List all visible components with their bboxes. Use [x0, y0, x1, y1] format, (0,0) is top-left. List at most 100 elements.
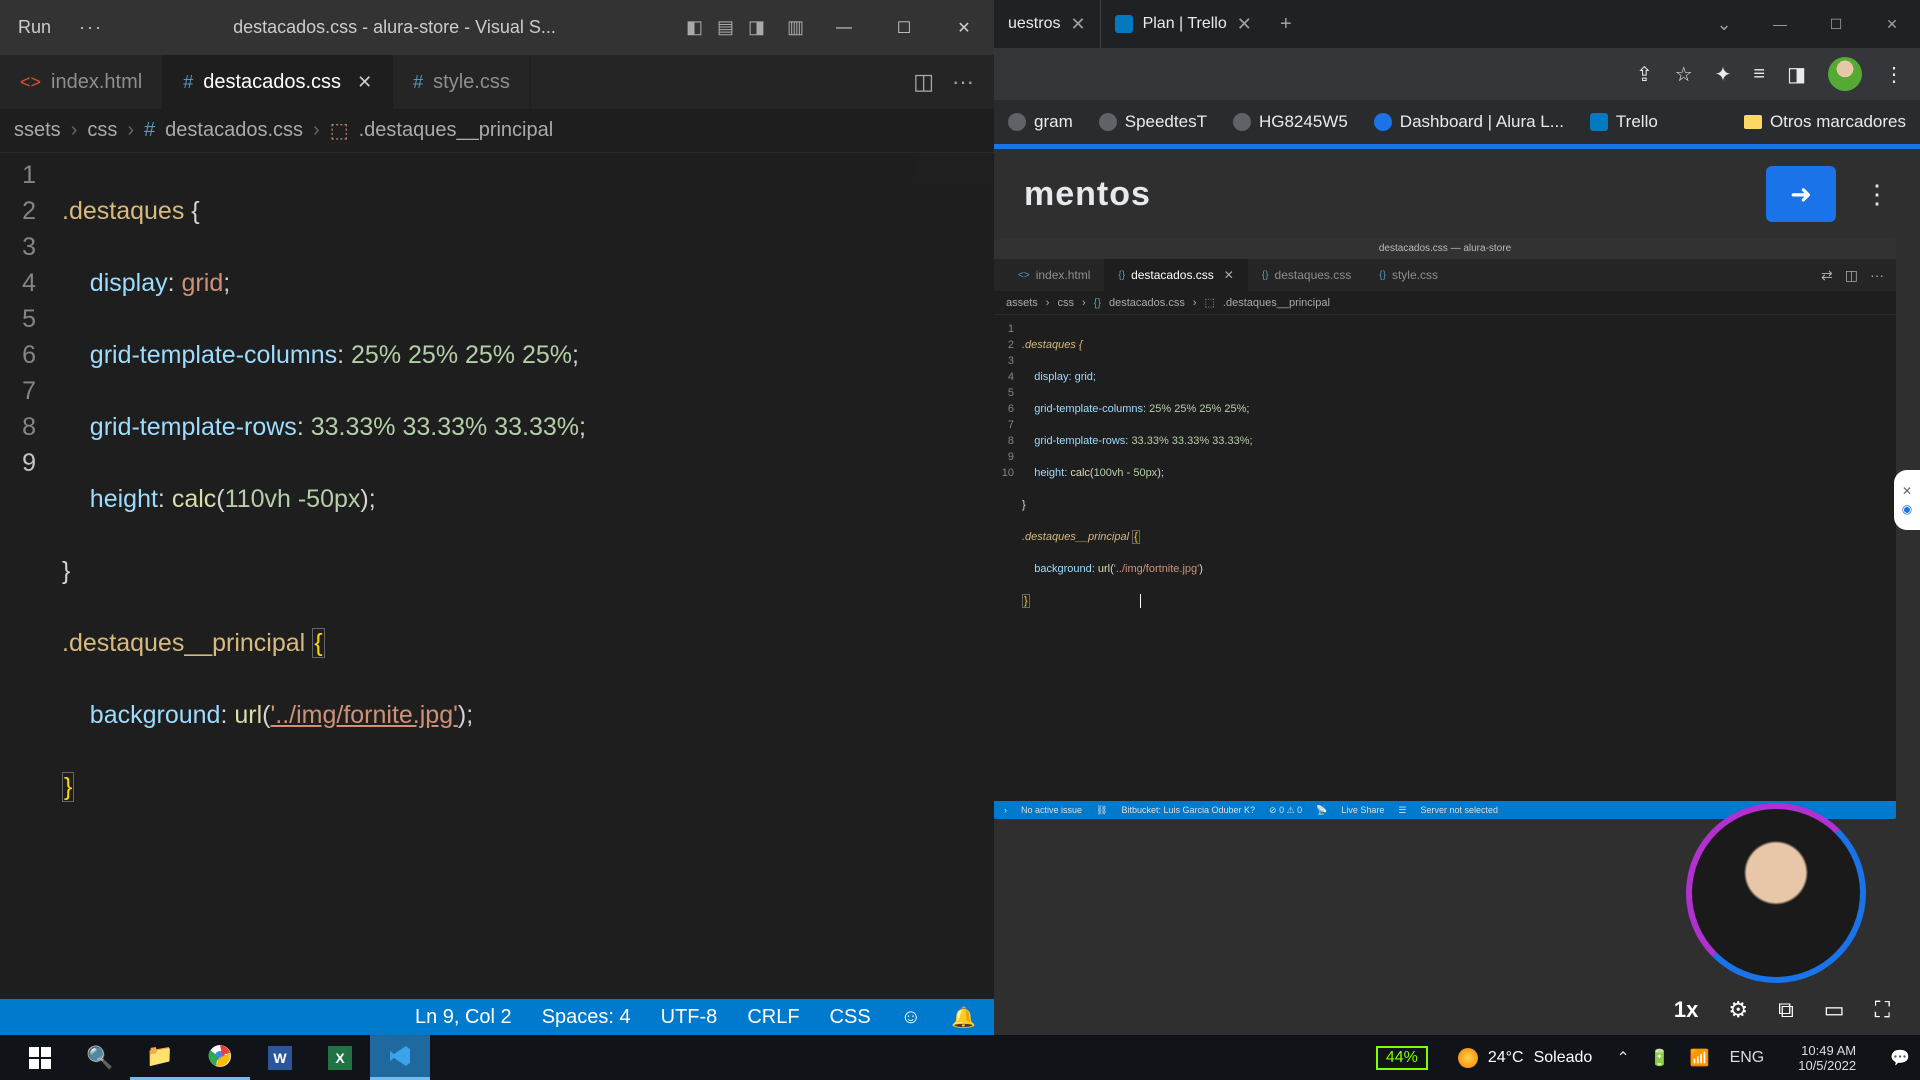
folder-icon: [1744, 115, 1762, 129]
bookmark-item[interactable]: Trello: [1590, 112, 1658, 132]
indent-setting[interactable]: Spaces: 4: [542, 1006, 631, 1029]
page-menu-icon[interactable]: ⋮: [1864, 179, 1890, 210]
mini-tab: {}destacados.css✕: [1104, 259, 1247, 291]
menu-more[interactable]: ···: [69, 17, 113, 38]
bc-file[interactable]: destacados.css: [165, 119, 303, 142]
extensions-icon[interactable]: ✦: [1715, 62, 1732, 87]
eol[interactable]: CRLF: [747, 1006, 799, 1029]
bc-folder[interactable]: css: [87, 119, 117, 142]
fullscreen-icon[interactable]: ⛶: [1875, 997, 1890, 1023]
layout-right-icon[interactable]: ◨: [748, 17, 765, 38]
bell-icon[interactable]: 🔔: [951, 1005, 976, 1030]
breadcrumb[interactable]: ssets› css› # destacados.css› ⬚ .destaqu…: [0, 109, 994, 153]
bc-folder[interactable]: ssets: [14, 119, 61, 142]
share-icon[interactable]: ⇪: [1636, 62, 1653, 87]
minimap[interactable]: [914, 153, 994, 183]
windows-taskbar: 🔍 📁 W X 44% 24°C Soleado ⌃ 🔋 📶 ENG 10:49…: [0, 1035, 1920, 1080]
split-editor-icon[interactable]: ◫: [913, 69, 934, 95]
line-gutter: 123456789: [0, 153, 52, 999]
tab-index-html[interactable]: <> index.html: [0, 55, 163, 109]
bc-symbol[interactable]: .destaques__principal: [359, 119, 554, 142]
maximize-button[interactable]: ☐: [1808, 0, 1864, 48]
playback-speed[interactable]: 1x: [1674, 997, 1698, 1023]
bookmark-item[interactable]: gram: [1008, 112, 1073, 132]
star-icon[interactable]: ☆: [1675, 62, 1693, 87]
page-header: mentos ➜ ⋮: [994, 149, 1920, 239]
wifi-icon[interactable]: 📶: [1690, 1048, 1710, 1068]
profile-avatar[interactable]: [1828, 57, 1862, 91]
excel-icon[interactable]: X: [310, 1035, 370, 1080]
language-indicator[interactable]: ENG: [1730, 1049, 1765, 1067]
close-tab-icon[interactable]: ✕: [357, 72, 372, 93]
start-button[interactable]: [10, 1035, 70, 1080]
search-icon[interactable]: 🔍: [70, 1035, 130, 1080]
more-icon: ···: [1870, 267, 1884, 284]
bookmark-item[interactable]: HG8245W5: [1233, 112, 1348, 132]
chrome-window: uestros ✕ Plan | Trello ✕ + ⌄ — ☐ ✕ ⇪ ☆ …: [994, 0, 1920, 1035]
battery-icon[interactable]: 🔋: [1650, 1048, 1670, 1068]
chrome-menu-icon[interactable]: ⋮: [1884, 62, 1904, 87]
mini-tab: {}style.css: [1365, 259, 1452, 291]
tab-style-css[interactable]: # style.css: [393, 55, 531, 109]
menu-run[interactable]: Run: [0, 17, 69, 38]
html-icon: <>: [20, 72, 41, 93]
tab-search-icon[interactable]: ⌄: [1696, 0, 1752, 48]
battery-indicator[interactable]: 44%: [1376, 1046, 1428, 1070]
explorer-icon[interactable]: 📁: [130, 1035, 190, 1080]
feedback-icon[interactable]: ☺: [901, 1006, 921, 1029]
layout-left-icon[interactable]: ◧: [686, 17, 703, 38]
other-bookmarks[interactable]: Otros marcadores: [1744, 112, 1906, 132]
time: 10:49 AM: [1801, 1043, 1856, 1058]
sun-icon: [1458, 1048, 1478, 1068]
temperature: 24°C: [1488, 1049, 1524, 1067]
close-button[interactable]: ✕: [934, 18, 994, 38]
browser-tab[interactable]: uestros ✕: [994, 0, 1101, 48]
weather-widget[interactable]: 24°C Soleado: [1458, 1048, 1592, 1068]
status-bar: Ln 9, Col 2 Spaces: 4 UTF-8 CRLF CSS ☺ 🔔: [0, 999, 994, 1035]
editor-tabs: <> index.html # destacados.css ✕ # style…: [0, 55, 994, 109]
video-controls: 1x ⚙ ⧉ ▭ ⛶: [1674, 997, 1890, 1023]
reading-list-icon[interactable]: ≡: [1753, 63, 1765, 86]
chrome-icon[interactable]: [190, 1035, 250, 1080]
word-icon[interactable]: W: [250, 1035, 310, 1080]
notifications-icon[interactable]: 💬: [1890, 1048, 1910, 1068]
wide-icon[interactable]: ▭: [1824, 997, 1845, 1023]
close-tab-icon[interactable]: ✕: [1070, 14, 1085, 35]
layout-grid-icon[interactable]: ▥: [787, 17, 804, 38]
video-player[interactable]: destacados.css — alura-store <>index.htm…: [994, 239, 1920, 1035]
close-icon[interactable]: ✕: [1902, 484, 1912, 498]
tab-label: index.html: [51, 71, 142, 94]
layout-bottom-icon[interactable]: ▤: [717, 17, 734, 38]
minimize-button[interactable]: —: [1752, 0, 1808, 48]
bookmark-item[interactable]: SpeedtesT: [1099, 112, 1207, 132]
continue-button[interactable]: ➜: [1766, 166, 1836, 222]
css-icon: #: [144, 119, 155, 142]
code-content[interactable]: .destaques { display: grid; grid-templat…: [52, 153, 994, 999]
video-content: destacados.css — alura-store <>index.htm…: [994, 239, 1896, 819]
side-panel-icon[interactable]: ◨: [1787, 62, 1806, 87]
clock[interactable]: 10:49 AM 10/5/2022: [1798, 1043, 1856, 1073]
chevron-up-icon[interactable]: ⌃: [1616, 1048, 1629, 1068]
trello-favicon: [1115, 15, 1133, 33]
close-tab-icon[interactable]: ✕: [1237, 14, 1252, 35]
gear-icon[interactable]: ⚙: [1728, 997, 1748, 1023]
favicon: [1008, 113, 1026, 131]
pip-icon[interactable]: ⧉: [1778, 997, 1794, 1023]
encoding[interactable]: UTF-8: [661, 1006, 718, 1029]
side-widget[interactable]: ✕ ◉: [1894, 470, 1920, 530]
cursor-position[interactable]: Ln 9, Col 2: [415, 1006, 512, 1029]
compare-icon: ⇄: [1821, 267, 1833, 284]
code-editor[interactable]: 123456789 .destaques { display: grid; gr…: [0, 153, 994, 999]
language-mode[interactable]: CSS: [830, 1006, 871, 1029]
bookmark-item[interactable]: Dashboard | Alura L...: [1374, 112, 1564, 132]
minimize-button[interactable]: —: [814, 18, 874, 38]
new-tab-button[interactable]: +: [1266, 0, 1306, 48]
chrome-toolbar: ⇪ ☆ ✦ ≡ ◨ ⋮: [994, 48, 1920, 100]
maximize-button[interactable]: ☐: [874, 18, 934, 38]
page-title: mentos: [1024, 175, 1151, 214]
close-button[interactable]: ✕: [1864, 0, 1920, 48]
browser-tab-trello[interactable]: Plan | Trello ✕: [1101, 0, 1266, 48]
tab-destacados-css[interactable]: # destacados.css ✕: [163, 55, 393, 109]
more-actions-icon[interactable]: ···: [952, 69, 974, 95]
vscode-taskbar-icon[interactable]: [370, 1035, 430, 1080]
